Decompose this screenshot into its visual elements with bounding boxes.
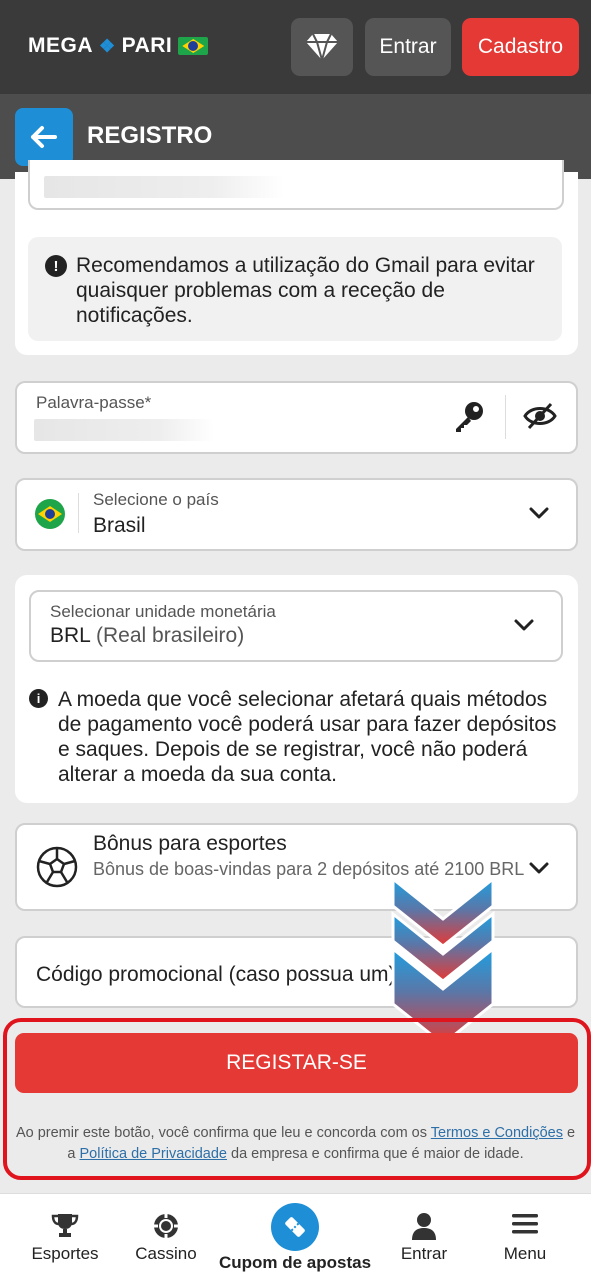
chevron-down-icon [529, 862, 549, 874]
nav-label: Cassino [135, 1244, 197, 1263]
nav-item-bet-slip[interactable]: Cupom de apostas [215, 1194, 375, 1281]
info-icon: i [29, 689, 48, 708]
nav-label: Entrar [400, 1244, 448, 1263]
nav-label: Cupom de apostas [218, 1253, 372, 1272]
brazil-flag-icon [178, 37, 209, 55]
exclamation-icon: ! [45, 255, 67, 277]
country-value: Brasil [93, 514, 146, 537]
logo-separator: ❖ [99, 35, 116, 56]
eye-slash-icon[interactable] [523, 402, 557, 430]
chevron-down-icon [529, 507, 549, 519]
bonus-title: Bônus para esportes [93, 832, 287, 855]
ticket-icon [271, 1203, 319, 1251]
nav-item-login[interactable]: Entrar [374, 1194, 474, 1281]
logo-text-right: PARI [121, 34, 173, 57]
key-icon[interactable] [452, 400, 486, 434]
signup-button[interactable]: Cadastro [462, 18, 579, 76]
password-value-blurred [34, 419, 214, 441]
megapari-logo[interactable]: MEGA ❖ PARI [28, 34, 209, 58]
page-title: REGISTRO [87, 122, 213, 149]
terms-link[interactable]: Termos e Condições [431, 1125, 563, 1141]
register-button[interactable]: REGISTAR-SE [15, 1033, 578, 1093]
trophy-icon [51, 1214, 79, 1237]
brazil-flag-icon [35, 499, 65, 529]
currency-notice-text: A moeda que você selecionar afetará quai… [58, 688, 557, 786]
nav-label: Menu [503, 1244, 547, 1263]
password-field[interactable] [15, 381, 578, 454]
password-label: Palavra-passe* [36, 393, 152, 412]
legal-text-after: da empresa e confirma que é maior de ida… [226, 1146, 524, 1162]
chevron-down-icon [514, 619, 534, 631]
logo-text-left: MEGA [28, 34, 93, 57]
legal-text-before: Ao premir este botão, você confirma que … [15, 1125, 431, 1141]
nav-item-casino[interactable]: Cassino [116, 1194, 216, 1281]
back-button[interactable] [15, 108, 73, 166]
legal-text: Ao premir este botão, você confirma que … [12, 1123, 579, 1165]
password-divider [505, 395, 506, 439]
currency-name: (Real brasileiro) [96, 624, 245, 647]
gmail-notice-text: Recomendamos a utilização do Gmail para … [76, 254, 535, 327]
user-icon [412, 1213, 436, 1240]
email-value-blurred [44, 176, 284, 198]
hamburger-icon [512, 1214, 538, 1234]
casino-chip-icon [153, 1213, 179, 1239]
bottom-navigation: Esportes Cassino Cupom de apostas Entrar… [0, 1193, 591, 1281]
country-label: Selecione o país [93, 490, 219, 509]
email-field[interactable] [28, 160, 564, 210]
login-button[interactable]: Entrar [365, 18, 451, 76]
vip-diamond-button[interactable] [291, 18, 353, 76]
soccer-ball-icon [36, 846, 78, 888]
currency-label: Selecionar unidade monetária [50, 602, 276, 621]
currency-code: BRL [50, 624, 91, 647]
country-divider [78, 493, 79, 533]
privacy-policy-link[interactable]: Política de Privacidade [79, 1146, 227, 1162]
nav-item-sports[interactable]: Esportes [15, 1194, 115, 1281]
nav-item-menu[interactable]: Menu [475, 1194, 575, 1281]
diamond-icon [306, 33, 338, 62]
arrow-left-icon [31, 126, 57, 148]
nav-label: Esportes [31, 1244, 99, 1263]
promo-code-placeholder: Código promocional (caso possua um) [36, 963, 396, 986]
